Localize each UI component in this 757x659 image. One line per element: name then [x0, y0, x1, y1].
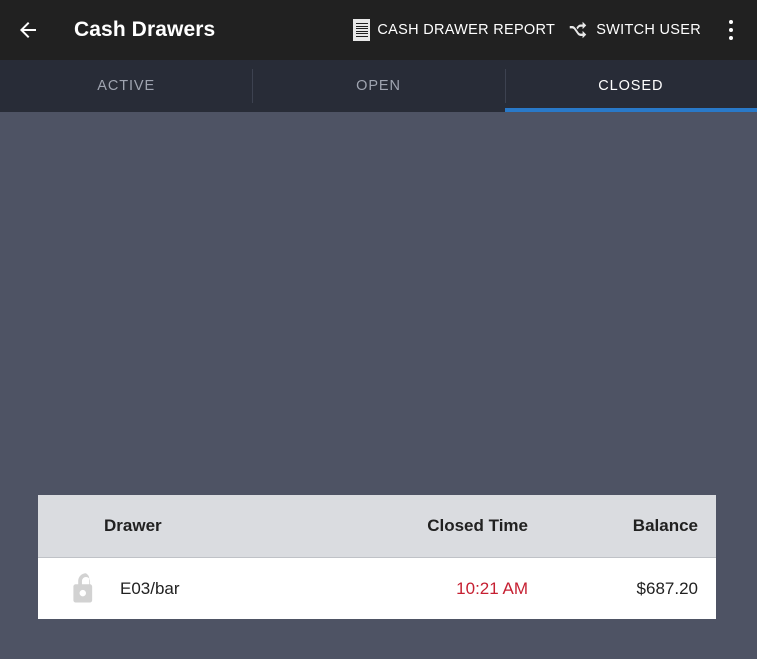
cell-closed-time: 10:21 AM [356, 579, 556, 599]
cell-closed-time-label: 10:21 AM [456, 578, 528, 598]
switch-user-button[interactable]: SWITCH USER [561, 6, 707, 54]
cell-drawer-label: E03/bar [120, 578, 180, 598]
shuffle-icon [569, 21, 587, 39]
column-header-balance-label: Balance [632, 516, 698, 535]
column-header-drawer-label: Drawer [104, 516, 162, 535]
cash-drawer-report-button[interactable]: CASH DRAWER REPORT [347, 6, 561, 54]
closed-drawers-table: Drawer Closed Time Balance E03/bar 10:21… [38, 495, 716, 619]
table-header-row: Drawer Closed Time Balance [38, 495, 716, 557]
cell-balance: $687.20 [556, 579, 716, 599]
cell-balance-label: $687.20 [636, 578, 698, 598]
unlock-icon [66, 569, 106, 609]
cash-drawer-report-label: CASH DRAWER REPORT [377, 22, 556, 38]
column-header-balance: Balance [556, 516, 716, 536]
page-title: Cash Drawers [74, 18, 216, 41]
switch-user-label: SWITCH USER [596, 22, 701, 38]
more-vertical-icon[interactable] [711, 6, 751, 54]
arrow-left-icon [20, 22, 36, 38]
report-document-icon [353, 19, 371, 41]
back-button[interactable] [0, 2, 56, 58]
cell-drawer: E03/bar [38, 569, 356, 609]
column-header-closed-time-label: Closed Time [427, 516, 528, 535]
content-area: Drawer Closed Time Balance E03/bar 10:21… [0, 112, 757, 659]
tab-active[interactable]: ACTIVE [0, 60, 252, 112]
tab-bar: ACTIVE OPEN CLOSED [0, 60, 757, 112]
cash-drawers-screen: Cash Drawers CASH DRAWER REPORT SWITCH U… [0, 0, 757, 659]
column-header-drawer: Drawer [38, 516, 356, 536]
tab-closed[interactable]: CLOSED [504, 60, 757, 112]
tab-open[interactable]: OPEN [252, 60, 504, 112]
table-row[interactable]: E03/bar 10:21 AM $687.20 [38, 557, 716, 619]
column-header-closed-time: Closed Time [356, 516, 556, 536]
app-bar: Cash Drawers CASH DRAWER REPORT SWITCH U… [0, 0, 757, 60]
